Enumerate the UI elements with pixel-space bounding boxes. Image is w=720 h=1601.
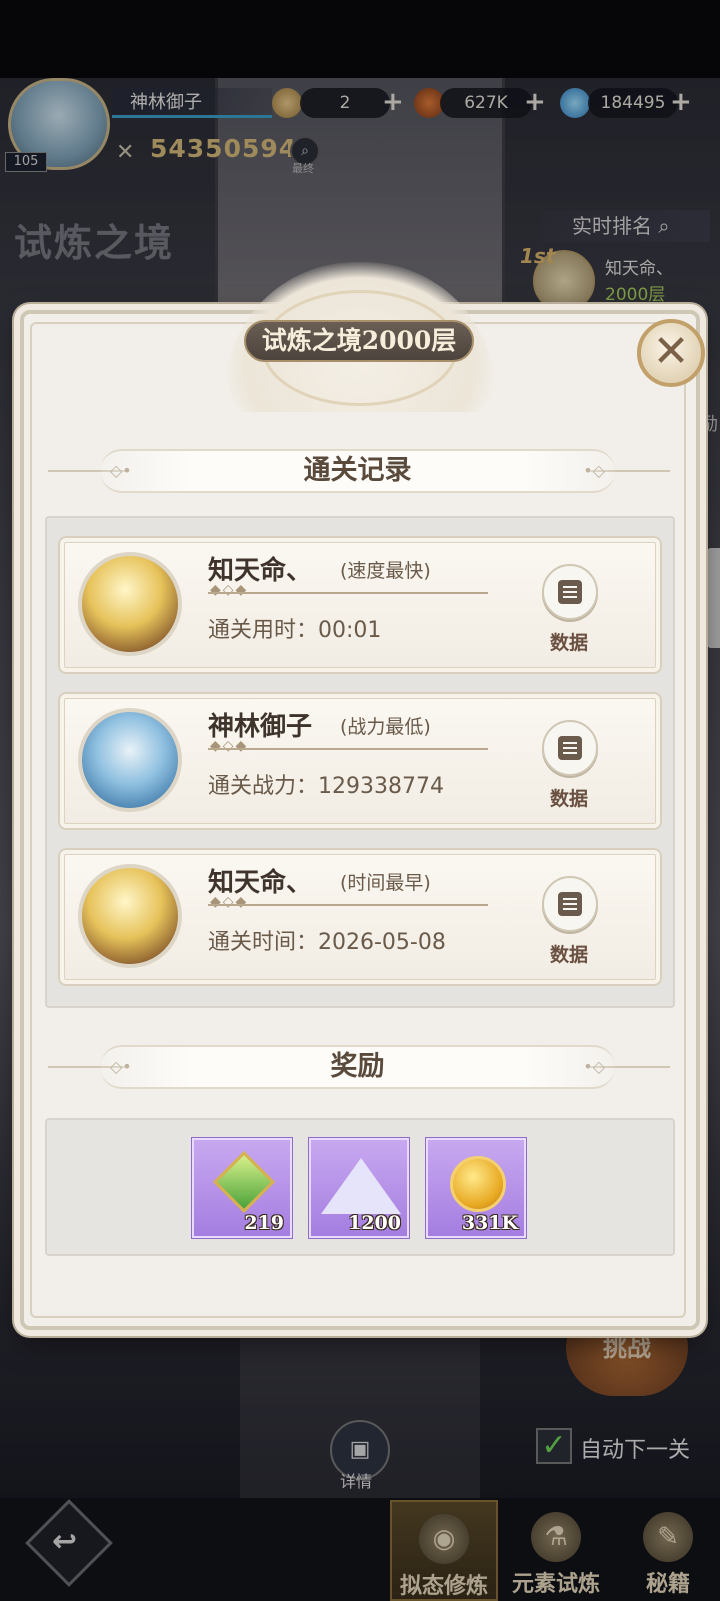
rewards-section-header: ◇• 奖励 •◇ [100,1045,615,1089]
ornament-icon: ◇• [110,1057,132,1076]
record-data-button[interactable] [542,564,598,620]
records-section-header: ◇• 通关记录 •◇ [100,449,615,493]
reward-item-crystal[interactable]: 1200 [309,1138,409,1238]
record-avatar[interactable] [78,708,182,812]
record-stat: 通关战力：129338774 [208,774,444,799]
crystal-icon [321,1158,401,1214]
reward-count: 331K [461,1212,518,1234]
data-button-label[interactable]: 数据 [550,628,588,655]
ornament-icon: •◇ [583,461,605,480]
record-tag: (时间最早) [340,872,431,894]
record-divider [208,592,488,594]
record-earliest: 知天命、 (时间最早) ◆◇◆ 通关时间：2026-05-08 数据 [58,848,662,986]
record-tag: (速度最快) [340,560,431,582]
record-stat: 通关时间：2026-05-08 [208,930,446,955]
record-fastest: 知天命、 (速度最快) ◆◇◆ 通关用时：00:01 数据 [58,536,662,674]
dialog-title: 试炼之境2000层 [244,320,474,362]
document-icon [558,736,582,760]
record-data-button[interactable] [542,876,598,932]
record-avatar[interactable] [78,864,182,968]
rewards-header-label: 奖励 [330,1051,385,1082]
record-avatar[interactable] [78,552,182,656]
divider-ornament: ◆◇◆ [210,894,249,910]
close-icon[interactable]: ✕ [637,319,705,387]
ornament-icon: •◇ [583,1057,605,1076]
ornament-icon: ◇• [110,461,132,480]
reward-item-coin[interactable]: 331K [426,1138,526,1238]
document-icon [558,580,582,604]
record-tag: (战力最低) [340,716,431,738]
record-lowest-power: 神林御子 (战力最低) ◆◇◆ 通关战力：129338774 数据 [58,692,662,830]
divider-ornament: ◆◇◆ [210,738,249,754]
record-divider [208,904,488,906]
gold-coin-icon [450,1156,506,1212]
reward-count: 1200 [348,1212,401,1234]
record-divider [208,748,488,750]
green-gem-icon [212,1150,276,1214]
divider-ornament: ◆◇◆ [210,582,249,598]
record-stat: 通关用时：00:01 [208,618,382,643]
document-icon [558,892,582,916]
record-data-button[interactable] [542,720,598,776]
records-header-label: 通关记录 [303,455,412,486]
data-button-label[interactable]: 数据 [550,940,588,967]
reward-count: 219 [244,1212,284,1234]
data-button-label[interactable]: 数据 [550,784,588,811]
reward-item-gem[interactable]: 219 [192,1138,292,1238]
